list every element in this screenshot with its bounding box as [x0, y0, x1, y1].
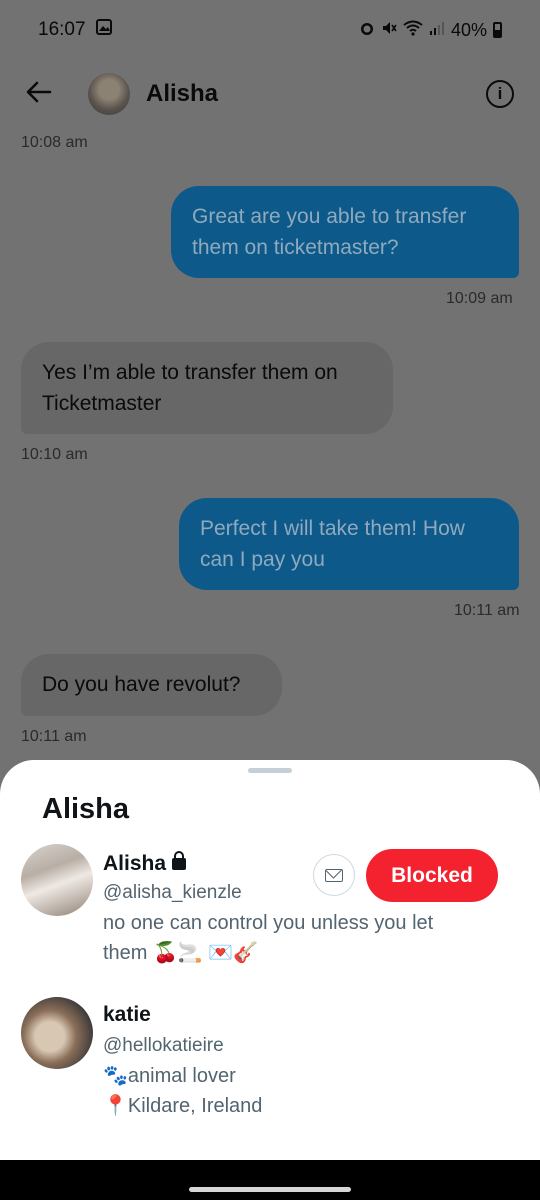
back-button[interactable] [26, 79, 66, 109]
signal-icon [429, 20, 445, 41]
user-item-katie[interactable]: katie @hellokatieire 🐾animal lover 📍Kild… [21, 997, 526, 1117]
status-time: 16:07 [38, 19, 86, 40]
message-outgoing[interactable]: Perfect I will take them! How can I pay … [179, 498, 519, 590]
conversation-name[interactable]: Alisha [146, 80, 218, 108]
sheet-title: Alisha [42, 793, 130, 825]
message-button[interactable] [313, 854, 355, 896]
message-timestamp: 10:08 am [21, 134, 88, 151]
avatar[interactable] [21, 997, 93, 1069]
wifi-icon [403, 20, 423, 41]
message-incoming[interactable]: Yes I’m able to transfer them on Ticketm… [21, 342, 393, 434]
message-timestamp: 10:10 am [21, 446, 88, 463]
user-bio-line: them 🍒🚬 💌🎸 [103, 942, 259, 964]
mute-icon [381, 20, 397, 41]
user-name: Alisha [103, 851, 187, 876]
info-button[interactable]: i [486, 80, 514, 108]
lock-icon [172, 851, 187, 870]
message-incoming[interactable]: Do you have revolut? [21, 654, 282, 716]
info-icon: i [497, 84, 503, 103]
avatar[interactable] [21, 844, 93, 916]
image-icon [95, 19, 112, 41]
message-timestamp: 10:11 am [454, 602, 520, 619]
user-name-text: Alisha [103, 852, 167, 875]
envelope-icon [325, 868, 343, 882]
status-bar: 16:07 40% [0, 0, 540, 60]
blocked-button[interactable]: Blocked [366, 849, 498, 902]
conversation-header: Alisha i [0, 62, 540, 126]
user-handle: @hellokatieire [103, 1035, 224, 1056]
battery-icon [493, 22, 502, 38]
user-handle: @alisha_kienzle [103, 882, 242, 903]
user-bio-line: 📍Kildare, Ireland [103, 1095, 263, 1117]
user-bio-line: 🐾animal lover [103, 1065, 236, 1087]
message-timestamp: 10:09 am [446, 290, 513, 307]
message-timestamp: 10:11 am [21, 728, 87, 745]
arrow-left-icon [26, 81, 52, 103]
battery-percent: 40% [450, 19, 487, 40]
alarm-icon [359, 20, 375, 41]
participants-sheet: Alisha Alisha @alisha_kienzle no one can… [0, 760, 540, 1160]
home-gesture-handle[interactable] [189, 1187, 351, 1192]
message-outgoing[interactable]: Great are you able to transfer them on t… [171, 186, 519, 278]
conversation-avatar[interactable] [88, 73, 130, 115]
sheet-drag-handle[interactable] [248, 768, 292, 773]
user-bio-line: no one can control you unless you let [103, 912, 434, 934]
user-name: katie [103, 1003, 151, 1026]
system-navigation-bar [0, 1160, 540, 1200]
